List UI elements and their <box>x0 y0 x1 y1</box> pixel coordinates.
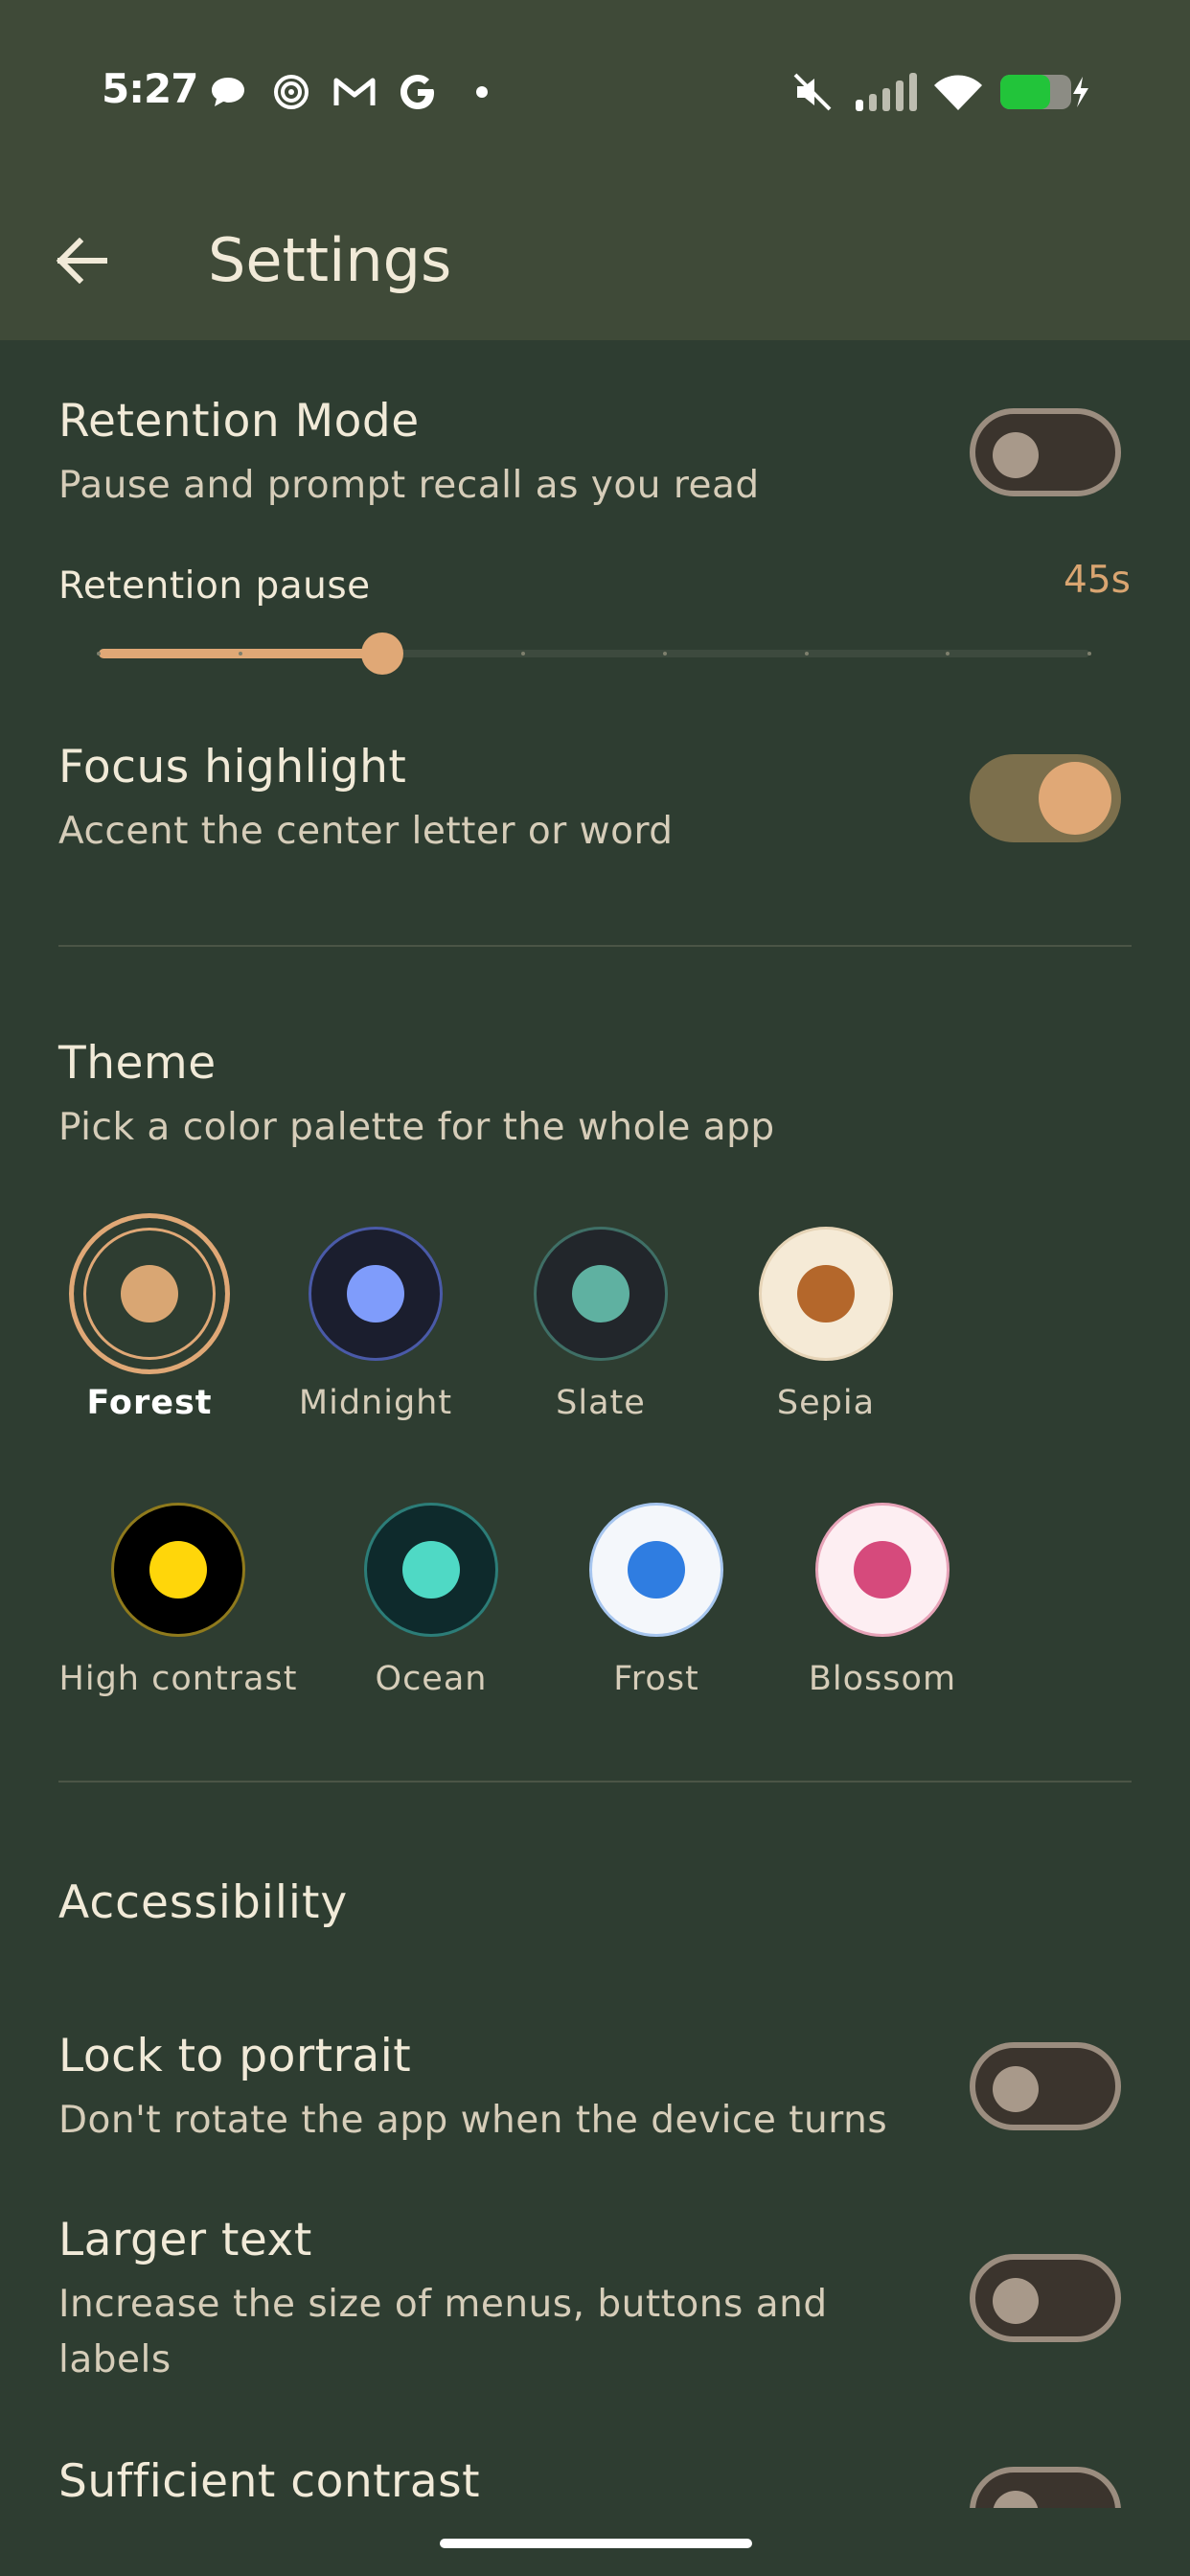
theme-swatch-dot <box>402 1541 460 1598</box>
page-title: Settings <box>208 225 452 295</box>
focus-highlight-title: Focus highlight <box>58 741 407 794</box>
switch-knob <box>993 2066 1039 2112</box>
theme-swatch-dot <box>149 1541 207 1598</box>
chat-bubble-icon <box>207 69 249 115</box>
slider-tick <box>662 652 667 656</box>
larger-text-subtitle-line2: labels <box>58 2338 172 2381</box>
cell-signal-icon <box>853 69 920 115</box>
lock-portrait-switch[interactable] <box>970 2042 1121 2130</box>
sufficient-contrast-switch[interactable] <box>970 2467 1121 2508</box>
theme-swatch-dot <box>347 1265 404 1322</box>
focus-highlight-switch[interactable] <box>970 754 1121 842</box>
back-button[interactable] <box>48 222 115 299</box>
theme-swatch-dot <box>121 1265 178 1322</box>
theme-swatch[interactable] <box>111 1503 245 1637</box>
battery-charging-icon <box>996 69 1092 115</box>
arrow-left-icon <box>56 238 107 284</box>
larger-text-title: Larger text <box>58 2214 312 2266</box>
slider-tick <box>97 652 101 656</box>
larger-text-switch[interactable] <box>970 2254 1121 2342</box>
slider-thumb[interactable] <box>360 632 403 675</box>
app-bar: 5:27 Settings <box>0 0 1190 340</box>
divider <box>58 945 1132 947</box>
slider-tick <box>1087 652 1091 656</box>
retention-pause-slider[interactable] <box>97 632 1091 675</box>
theme-option-label: Blossom <box>808 1660 957 1698</box>
status-time: 5:27 <box>102 65 198 112</box>
lock-portrait-title: Lock to portrait <box>58 2030 412 2082</box>
retention-mode-switch[interactable] <box>970 408 1121 496</box>
retention-mode-subtitle: Pause and prompt recall as you read <box>58 464 760 507</box>
retention-mode-title: Retention Mode <box>58 395 420 448</box>
status-bar: 5:27 <box>0 58 1190 134</box>
theme-swatch-dot <box>797 1265 855 1322</box>
theme-swatch[interactable] <box>759 1227 893 1361</box>
theme-swatch-dot <box>854 1541 911 1598</box>
theme-subtitle: Pick a color palette for the whole app <box>58 1106 775 1149</box>
theme-swatch[interactable] <box>309 1227 443 1361</box>
switch-knob <box>1039 762 1111 835</box>
theme-swatch[interactable] <box>534 1227 668 1361</box>
switch-knob <box>993 2278 1039 2324</box>
switch-knob <box>993 432 1039 478</box>
theme-swatch-dot <box>628 1541 685 1598</box>
theme-option-label: High contrast <box>58 1660 298 1698</box>
theme-option-label: Sepia <box>776 1384 876 1422</box>
google-icon <box>397 69 439 115</box>
theme-swatch[interactable] <box>815 1503 950 1637</box>
sufficient-contrast-title: Sufficient contrast <box>58 2455 481 2508</box>
slider-tick <box>238 652 242 656</box>
wifi-icon <box>929 69 987 115</box>
home-indicator[interactable] <box>440 2539 752 2548</box>
theme-swatch[interactable] <box>69 1213 230 1374</box>
retention-pause-label: Retention pause <box>58 564 371 608</box>
retention-pause-value: 45s <box>1064 559 1131 602</box>
accessibility-heading: Accessibility <box>58 1876 349 1929</box>
theme-swatch[interactable] <box>589 1503 723 1637</box>
divider <box>58 1781 1132 1782</box>
focus-highlight-subtitle: Accent the center letter or word <box>58 810 674 853</box>
theme-swatch[interactable] <box>364 1503 498 1637</box>
dot-icon <box>469 69 494 115</box>
theme-title: Theme <box>58 1037 217 1090</box>
slider-tick <box>804 652 809 656</box>
theme-swatch-dot <box>572 1265 629 1322</box>
switch-knob <box>993 2491 1039 2508</box>
lock-portrait-subtitle: Don't rotate the app when the device tur… <box>58 2099 888 2142</box>
muted-speaker-icon <box>790 69 835 115</box>
gmail-icon <box>332 69 378 115</box>
spiral-icon <box>270 69 312 115</box>
larger-text-subtitle-line1: Increase the size of menus, buttons and <box>58 2283 828 2326</box>
